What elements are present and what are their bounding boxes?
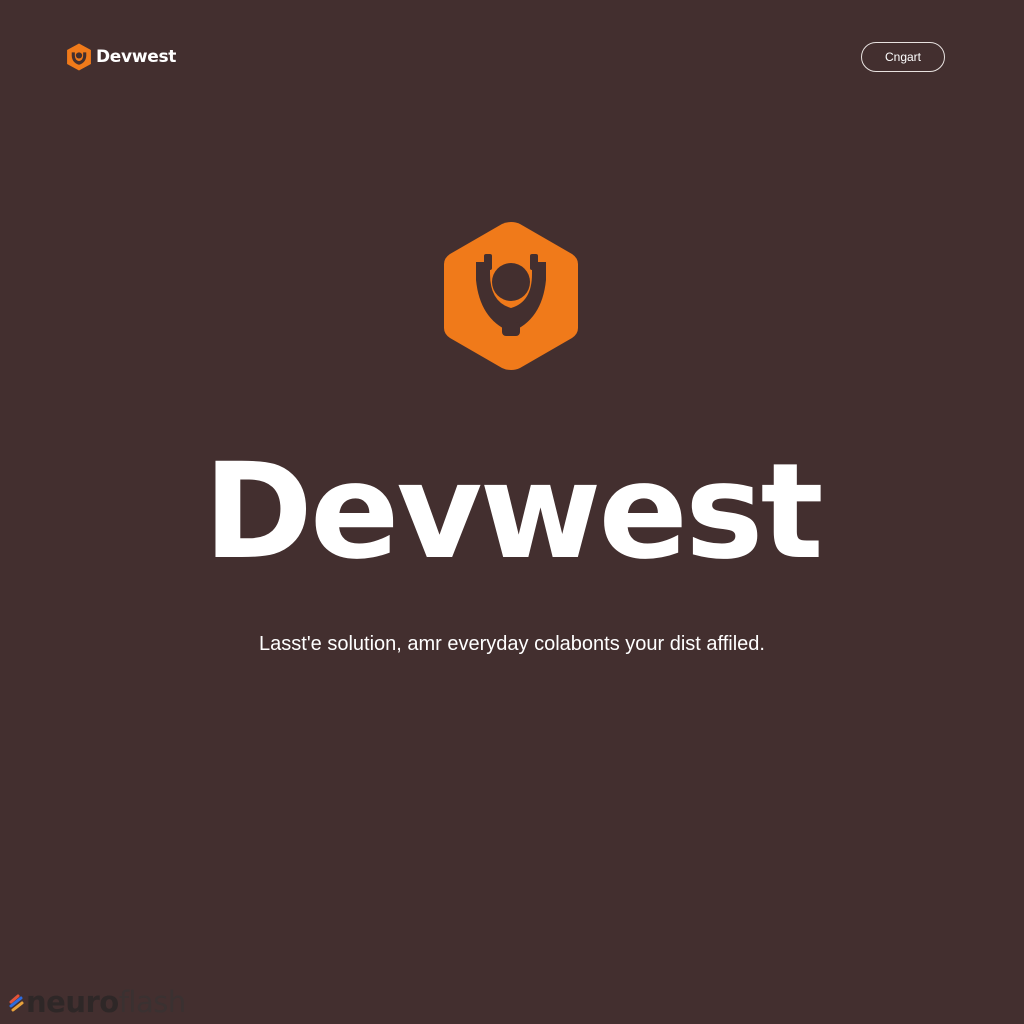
header-brand[interactable]: Devwest <box>66 42 176 72</box>
watermark-text-light: flash <box>118 985 187 1019</box>
watermark-text-bold: neuro <box>26 985 119 1019</box>
brand-name: Devwest <box>96 47 177 67</box>
hexagon-logo-icon <box>444 222 578 370</box>
hexagon-logo-icon <box>67 43 91 71</box>
hero-tagline: Lasst'e solution, amr everyday colabonts… <box>259 633 765 655</box>
neuroflash-watermark: neuroflash <box>8 984 186 1020</box>
header-cta-button[interactable]: Cngart <box>861 42 945 72</box>
neuroflash-icon <box>9 994 24 1012</box>
watermark-text: neuroflash <box>26 985 186 1019</box>
hero-title: Devwest <box>203 435 823 589</box>
